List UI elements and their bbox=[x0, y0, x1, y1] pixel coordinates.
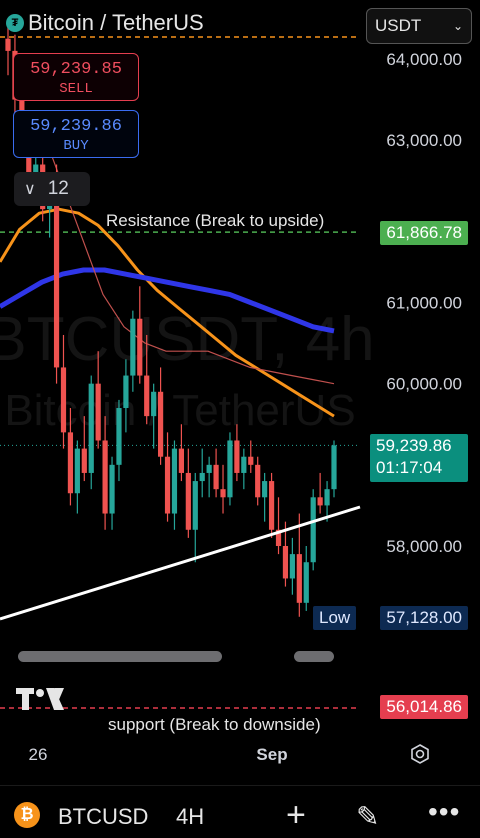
low-price-tag: 57,128.00 bbox=[380, 606, 468, 630]
last-price-tag: 59,239.86 01:17:04 bbox=[370, 434, 468, 482]
support-price: 56,014.86 bbox=[386, 697, 462, 716]
y-tick-label: 61,000.00 bbox=[386, 294, 462, 313]
candle-body bbox=[116, 408, 122, 465]
candle-body bbox=[171, 448, 178, 514]
candle-body bbox=[95, 383, 101, 441]
indicators-toggle[interactable]: ∨ 12 bbox=[14, 172, 90, 206]
bottom-toolbar: ₿ BTCUSD 4H + ✎ ••• bbox=[0, 785, 480, 838]
candle-body bbox=[206, 464, 212, 473]
y-tick-label: 60,000.00 bbox=[386, 375, 462, 394]
y-tick-label: 64,000.00 bbox=[386, 50, 462, 69]
candle-body bbox=[199, 472, 205, 482]
resistance-price-tag: 61,866.78 bbox=[380, 221, 468, 245]
quote-currency-select[interactable]: USDT ⌄ bbox=[366, 8, 472, 44]
candle-body bbox=[248, 456, 254, 465]
quote-currency-value: USDT bbox=[375, 16, 422, 35]
candle-body bbox=[67, 432, 74, 494]
x-tick-label: Sep bbox=[256, 745, 287, 764]
candle-body bbox=[164, 456, 171, 514]
candle-body bbox=[234, 440, 240, 473]
resistance-price: 61,866.78 bbox=[386, 223, 462, 242]
candle-body bbox=[81, 448, 87, 473]
last-price: 59,239.86 bbox=[376, 436, 452, 455]
candle-body bbox=[144, 375, 150, 417]
candle-body bbox=[178, 448, 185, 473]
y-tick-label: 63,000.00 bbox=[386, 131, 462, 150]
candle-body bbox=[296, 554, 302, 603]
candle-body bbox=[5, 38, 11, 51]
candle-body bbox=[310, 497, 316, 563]
candle-body bbox=[220, 489, 226, 498]
candle-body bbox=[151, 391, 157, 417]
chevron-down-icon: ∨ bbox=[24, 181, 36, 198]
indicator-count: 12 bbox=[47, 178, 69, 199]
candle-body bbox=[227, 440, 233, 498]
candle-body bbox=[102, 440, 108, 514]
candle-body bbox=[324, 489, 330, 506]
low-label-tag: Low bbox=[313, 606, 357, 630]
low-price: 57,128.00 bbox=[386, 608, 462, 627]
low-label: Low bbox=[319, 608, 351, 627]
y-tick-label: 58,000.00 bbox=[386, 537, 462, 556]
candle-body bbox=[130, 318, 136, 376]
watermark-line2: Bitcoin / TetherUS bbox=[4, 386, 355, 435]
sell-price: 59,239.85 bbox=[30, 60, 122, 79]
candle-body bbox=[192, 481, 198, 530]
add-icon[interactable]: + bbox=[286, 796, 306, 835]
candle-body bbox=[331, 445, 337, 490]
chevron-down-icon: ⌄ bbox=[452, 19, 463, 33]
candle-body bbox=[53, 196, 60, 368]
x-tick-label: 26 bbox=[29, 745, 48, 764]
symbol-title: Bitcoin / TetherUS bbox=[28, 10, 204, 35]
candle-body bbox=[213, 464, 219, 490]
candle-body bbox=[185, 472, 191, 530]
x-axis: 26 Sep bbox=[29, 745, 288, 764]
more-icon[interactable]: ••• bbox=[428, 796, 460, 828]
candle-body bbox=[289, 554, 295, 579]
candle-body bbox=[74, 448, 80, 494]
tether-logo-icon: ₮ bbox=[6, 14, 24, 32]
resistance-annotation: Resistance (Break to upside) bbox=[106, 211, 324, 230]
interval-button[interactable]: 4H bbox=[176, 804, 204, 830]
candle-body bbox=[157, 391, 164, 457]
support-price-tag: 56,014.86 bbox=[380, 695, 468, 719]
candle-body bbox=[268, 481, 275, 530]
buy-price: 59,239.86 bbox=[30, 117, 122, 136]
drawing-pen-icon[interactable]: ✎ bbox=[356, 800, 379, 833]
sell-label: SELL bbox=[59, 81, 93, 97]
candle-body bbox=[109, 464, 115, 514]
candle-body bbox=[137, 318, 143, 376]
candle-body bbox=[60, 367, 67, 433]
buy-label: BUY bbox=[63, 138, 89, 154]
sell-button[interactable]: 59,239.85 SELL bbox=[13, 53, 139, 101]
candle-body bbox=[262, 481, 268, 498]
support-annotation: support (Break to downside) bbox=[108, 715, 321, 734]
candle-body bbox=[317, 497, 323, 506]
tradingview-logo bbox=[16, 688, 64, 710]
candle-body bbox=[241, 456, 247, 473]
settings-gear-icon[interactable] bbox=[410, 744, 430, 764]
bitcoin-logo-icon: ₿ bbox=[14, 802, 40, 828]
buy-button[interactable]: 59,239.86 BUY bbox=[13, 110, 139, 158]
symbol-button[interactable]: BTCUSD bbox=[58, 804, 148, 830]
candle-body bbox=[282, 546, 289, 579]
chart-header: ₮ Bitcoin / TetherUS bbox=[6, 10, 204, 36]
candle-body bbox=[88, 383, 94, 473]
candle-body bbox=[255, 464, 261, 498]
candle-countdown: 01:17:04 bbox=[376, 458, 443, 477]
candle-body bbox=[303, 562, 309, 603]
scroll-indicator[interactable] bbox=[18, 651, 334, 662]
candle-body bbox=[123, 375, 129, 409]
